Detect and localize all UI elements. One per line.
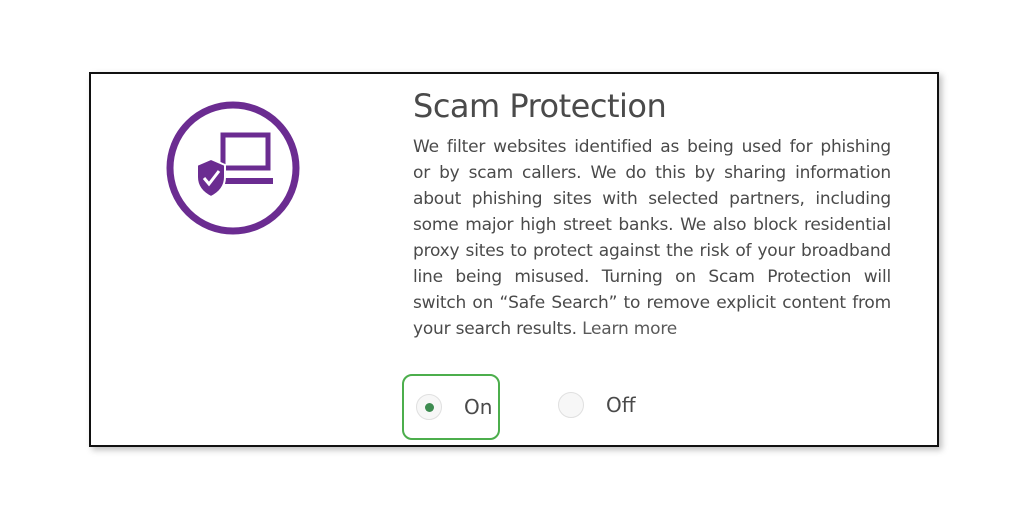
option-off-label: Off bbox=[606, 393, 636, 417]
section-title: Scam Protection bbox=[413, 87, 667, 125]
radio-on[interactable] bbox=[416, 394, 442, 420]
learn-more-link[interactable]: Learn more bbox=[582, 319, 677, 339]
option-off[interactable]: Off bbox=[554, 374, 674, 436]
section-description: We filter websites identified as being u… bbox=[413, 134, 891, 342]
scam-protection-toggle: On Off bbox=[402, 374, 702, 440]
radio-off[interactable] bbox=[558, 392, 584, 418]
section-content: Scam Protection We filter websites ident… bbox=[413, 86, 891, 342]
description-text: We filter websites identified as being u… bbox=[413, 137, 891, 339]
option-on-label: On bbox=[464, 395, 493, 419]
option-on[interactable]: On bbox=[402, 374, 500, 440]
laptop-shield-check-icon bbox=[163, 98, 303, 238]
